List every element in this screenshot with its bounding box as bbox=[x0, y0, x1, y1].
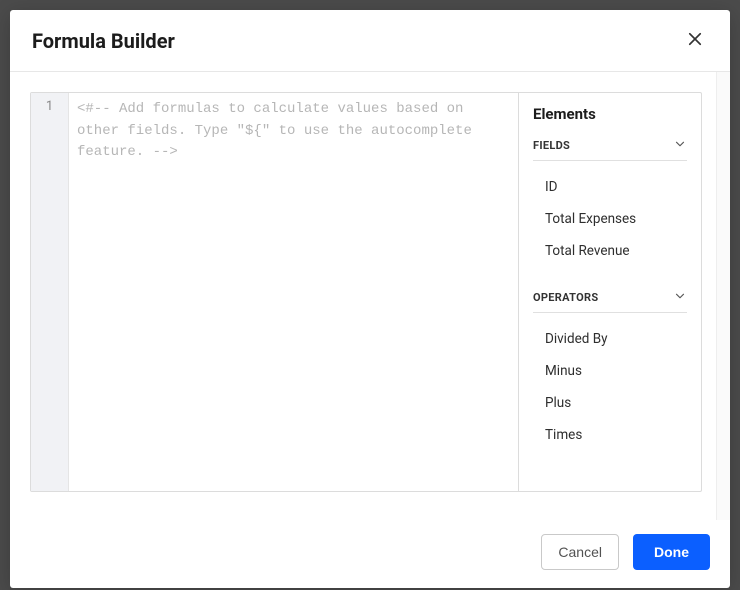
operators-list: Divided By Minus Plus Times bbox=[533, 323, 687, 451]
field-item[interactable]: Total Expenses bbox=[545, 203, 687, 235]
line-number: 1 bbox=[31, 99, 68, 114]
chevron-down-icon bbox=[673, 137, 687, 154]
field-item[interactable]: Total Revenue bbox=[545, 235, 687, 267]
operator-item[interactable]: Minus bbox=[545, 355, 687, 387]
done-button[interactable]: Done bbox=[633, 534, 710, 570]
elements-title: Elements bbox=[533, 105, 687, 123]
operators-section-header[interactable]: OPERATORS bbox=[533, 289, 687, 313]
operator-item[interactable]: Divided By bbox=[545, 323, 687, 355]
elements-panel: Elements FIELDS ID Total Expenses Total … bbox=[519, 93, 701, 491]
chevron-down-icon bbox=[673, 289, 687, 306]
fields-list: ID Total Expenses Total Revenue bbox=[533, 171, 687, 267]
formula-editor[interactable]: <#-- Add formulas to calculate values ba… bbox=[69, 93, 519, 491]
modal-footer: Cancel Done bbox=[10, 520, 730, 588]
operators-label: OPERATORS bbox=[533, 291, 598, 304]
cancel-button[interactable]: Cancel bbox=[541, 534, 619, 570]
operator-item[interactable]: Times bbox=[545, 419, 687, 451]
close-button[interactable] bbox=[682, 26, 708, 55]
builder-box: 1 <#-- Add formulas to calculate values … bbox=[30, 92, 702, 492]
fields-section-header[interactable]: FIELDS bbox=[533, 137, 687, 161]
modal-body: 1 <#-- Add formulas to calculate values … bbox=[10, 72, 730, 520]
close-icon bbox=[686, 30, 704, 51]
modal-header: Formula Builder bbox=[10, 10, 730, 72]
line-gutter: 1 bbox=[31, 93, 69, 491]
formula-builder-modal: Formula Builder 1 <#-- Add formulas to c… bbox=[10, 10, 730, 588]
operator-item[interactable]: Plus bbox=[545, 387, 687, 419]
fields-label: FIELDS bbox=[533, 139, 570, 152]
scrollbar-track[interactable] bbox=[716, 72, 730, 520]
field-item[interactable]: ID bbox=[545, 171, 687, 203]
modal-title: Formula Builder bbox=[32, 29, 175, 53]
